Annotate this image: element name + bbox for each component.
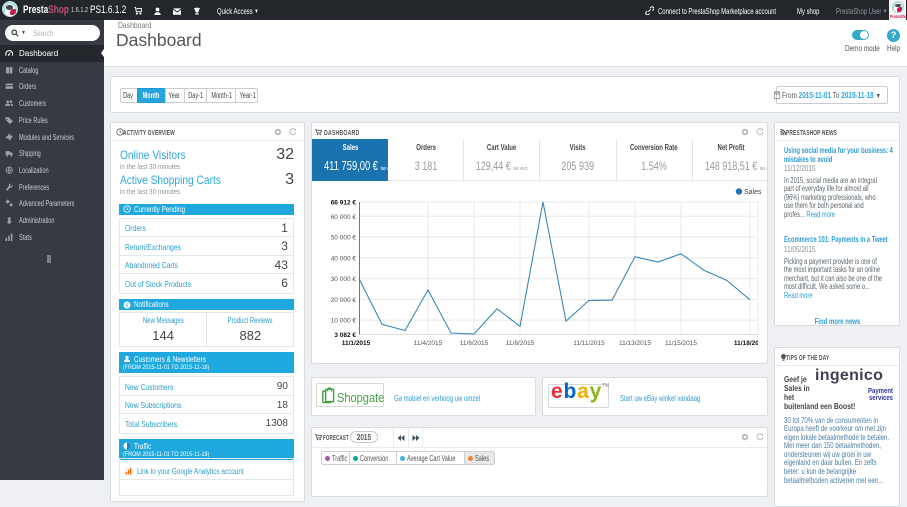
svg-text:60 000 €: 60 000 € — [331, 214, 357, 221]
svg-text:11/15/2015: 11/15/2015 — [665, 340, 697, 347]
svg-text:11/4/2015: 11/4/2015 — [414, 340, 443, 347]
svg-text:50 000 €: 50 000 € — [331, 235, 357, 242]
svg-text:10 000 €: 10 000 € — [331, 318, 357, 325]
svg-text:11/8/2015: 11/8/2015 — [506, 340, 535, 347]
svg-text:11/18/2015: 11/18/2015 — [734, 340, 767, 347]
svg-text:30 000 €: 30 000 € — [331, 276, 357, 283]
svg-text:66 912 €: 66 912 € — [331, 200, 357, 207]
svg-text:11/6/2015: 11/6/2015 — [460, 340, 489, 347]
svg-text:20 000 €: 20 000 € — [331, 297, 357, 304]
svg-text:Sales: Sales — [744, 189, 762, 196]
svg-text:40 000 €: 40 000 € — [331, 255, 357, 262]
svg-text:11/13/2015: 11/13/2015 — [619, 340, 651, 347]
svg-text:11/11/2015: 11/11/2015 — [573, 340, 605, 347]
svg-text:3 082 €: 3 082 € — [334, 332, 356, 339]
svg-text:11/1/2015: 11/1/2015 — [342, 340, 371, 347]
